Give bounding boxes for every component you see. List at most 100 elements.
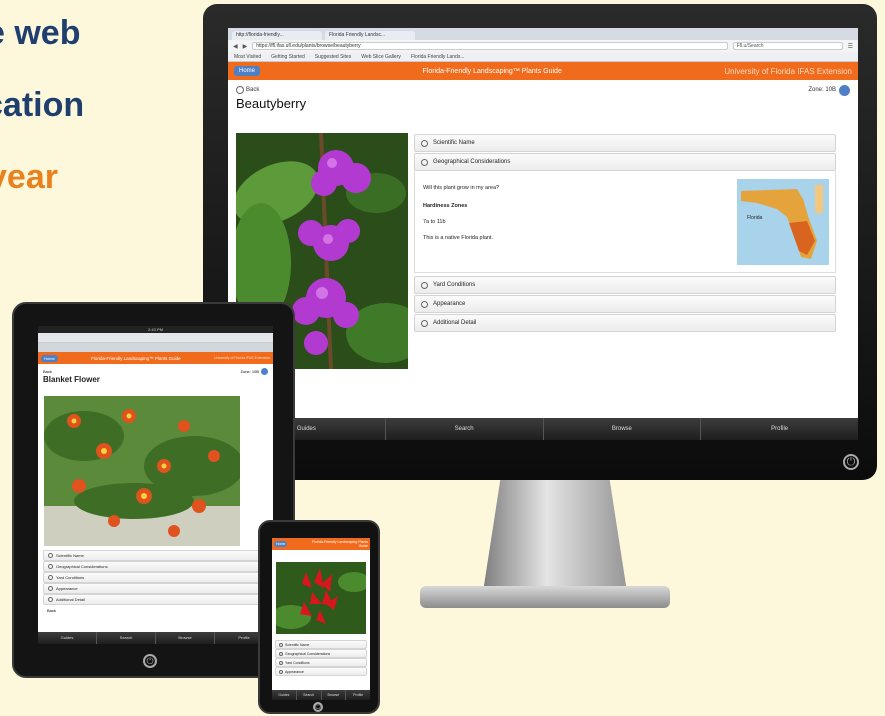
home-button[interactable]: Home: [41, 354, 58, 362]
section-label: Appearance: [433, 301, 466, 307]
back-zone-row: Back Zone: 10B: [38, 364, 273, 375]
section-appearance[interactable]: Appearance: [414, 295, 836, 313]
section-additional-detail[interactable]: Additional Detail: [43, 594, 268, 605]
bookmark-item[interactable]: Florida Friendly Lands...: [411, 54, 465, 60]
section-geographical-considerations[interactable]: Geographical Considerations: [43, 561, 268, 572]
nav-browse[interactable]: Browse: [155, 632, 214, 644]
desktop-monitor: http://florida-friendly... Florida Frien…: [203, 4, 877, 480]
section-appearance[interactable]: Appearance: [43, 583, 268, 594]
nav-search[interactable]: Search: [96, 632, 155, 644]
section-label: Yard Conditions: [433, 282, 476, 288]
nav-search[interactable]: Search: [295, 690, 321, 700]
tablet-device: 2:43 PM Home Florida-Friendly Landscapin…: [12, 302, 295, 678]
bookmark-item[interactable]: Web Slice Gallery: [361, 54, 401, 60]
browser-tab[interactable]: Florida Friendly Landsc...: [325, 31, 415, 40]
bookmarks-bar: Most Visited Getting Started Suggested S…: [228, 52, 858, 62]
tablet-browser-bar: [38, 333, 273, 343]
section-label: Additional Detail: [433, 320, 477, 326]
section-appearance[interactable]: Appearance: [275, 667, 367, 676]
section-yard-conditions[interactable]: Yard Conditions: [414, 276, 836, 294]
section-label: Additional Detail: [56, 597, 85, 602]
bottom-nav: Guides Search Browse Profile: [228, 418, 858, 440]
nav-guides[interactable]: Guides: [38, 632, 96, 644]
nav-browse[interactable]: Browse: [542, 418, 701, 440]
nav-guides[interactable]: Guides: [272, 690, 296, 700]
plant-photo: [276, 562, 366, 634]
expand-icon: [279, 651, 283, 656]
bookmark-item[interactable]: Most Visited: [234, 54, 261, 60]
nav-browse[interactable]: Browse: [320, 690, 346, 700]
profile-icon[interactable]: [261, 367, 268, 375]
home-button[interactable]: Home: [234, 66, 261, 76]
section-scientific-name[interactable]: Scientific Name: [414, 134, 836, 152]
section-label: Scientific Name: [56, 553, 84, 558]
section-label: Yard Conditions: [285, 660, 310, 665]
collapse-icon: [421, 158, 428, 166]
bookmark-item[interactable]: Suggested Sites: [315, 54, 351, 60]
zone-label: Zone: 10B: [808, 87, 836, 93]
expand-icon: [279, 660, 283, 665]
tablet-status-bar: 2:43 PM: [38, 326, 273, 333]
section-label: Geographical Considerations: [285, 651, 331, 656]
back-button-bottom[interactable]: Back: [43, 605, 268, 616]
back-button[interactable]: Back: [236, 86, 259, 94]
monitor-base: [420, 586, 670, 608]
section-scientific-name[interactable]: Scientific Name: [275, 640, 367, 649]
expand-icon: [421, 300, 428, 308]
bottom-nav: Guides Search Browse Profile: [38, 632, 273, 644]
phone-home-button-icon[interactable]: ⏻: [313, 702, 323, 712]
back-button[interactable]: Back: [43, 369, 52, 374]
monitor-power-icon[interactable]: ⏻: [843, 454, 859, 470]
section-label: Geographical Considerations: [56, 564, 108, 569]
expand-icon: [421, 319, 428, 327]
map-label: Florida: [747, 215, 763, 221]
expand-icon: [421, 139, 428, 147]
monitor-stand: [483, 478, 627, 588]
tablet-app-header: Home Florida-Friendly Landscaping™ Plant…: [38, 352, 273, 364]
section-scientific-name[interactable]: Scientific Name: [43, 550, 268, 561]
zone-indicator: Zone: 10B: [808, 84, 850, 96]
section-geographical-considerations[interactable]: Geographical Considerations: [275, 649, 367, 658]
zone-label: Zone: 10B: [240, 368, 259, 374]
tablet-tab-strip: [38, 343, 273, 352]
phone-accordion: Scientific Name Geographical Considerati…: [275, 640, 367, 676]
section-label: Scientific Name: [285, 642, 310, 647]
menu-icon[interactable]: ☰: [848, 43, 853, 50]
tablet-accordion: Scientific Name Geographical Considerati…: [43, 550, 268, 616]
back-label: Back: [246, 87, 260, 93]
section-label: Appearance: [56, 586, 78, 591]
section-geographical-considerations[interactable]: Geographical Considerations: [414, 153, 836, 171]
browser-search-field[interactable]: Ffl.u/Search: [732, 42, 843, 50]
ifas-extension-label: University of Florida IFAS Extension: [214, 356, 270, 360]
expand-icon: [279, 669, 283, 674]
section-additional-detail[interactable]: Additional Detail: [414, 314, 836, 332]
home-button[interactable]: Home: [274, 541, 288, 547]
expand-icon: [48, 575, 53, 580]
nav-profile[interactable]: Profile: [345, 690, 370, 700]
nav-profile[interactable]: Profile: [700, 418, 858, 440]
bookmark-item[interactable]: Getting Started: [271, 54, 305, 60]
app-title: Florida-Friendly Landscaping™ Plants Gui…: [91, 355, 181, 361]
section-yard-conditions[interactable]: Yard Conditions: [43, 572, 268, 583]
app-header: Home Florida-Friendly Landscaping™ Plant…: [228, 62, 858, 80]
nav-search[interactable]: Search: [384, 418, 543, 440]
details-accordion: Scientific Name Geographical Considerati…: [414, 134, 836, 332]
phone-app-header: Home Florida-Friendly Landscaping Plants…: [272, 538, 370, 550]
forward-arrow-icon[interactable]: ▶: [243, 43, 248, 50]
phone-device: Home Florida-Friendly Landscaping Plants…: [258, 520, 380, 714]
back-circle-icon: [236, 86, 244, 94]
url-field[interactable]: https://ffl.ifas.ufl.edu/plants/browse/b…: [252, 42, 728, 50]
geo-panel: Will this plant grow in my area? Hardine…: [414, 171, 836, 273]
desktop-screen: http://florida-friendly... Florida Frien…: [228, 28, 858, 440]
headline-line-2: cation: [0, 86, 85, 124]
ifas-extension-label: University of Florida IFAS Extension: [724, 66, 852, 76]
browser-tab[interactable]: http://florida-friendly...: [232, 31, 322, 40]
profile-icon[interactable]: [839, 84, 850, 96]
zone-indicator: Zone: 10B: [240, 367, 268, 375]
section-yard-conditions[interactable]: Yard Conditions: [275, 658, 367, 667]
back-zone-row: Back Zone: 10B: [228, 80, 858, 96]
headline-line-3: year: [0, 158, 58, 196]
back-arrow-icon[interactable]: ◀: [233, 43, 238, 50]
tablet-home-button-icon[interactable]: ⏻: [143, 654, 157, 668]
section-label: Geographical Considerations: [433, 159, 511, 165]
